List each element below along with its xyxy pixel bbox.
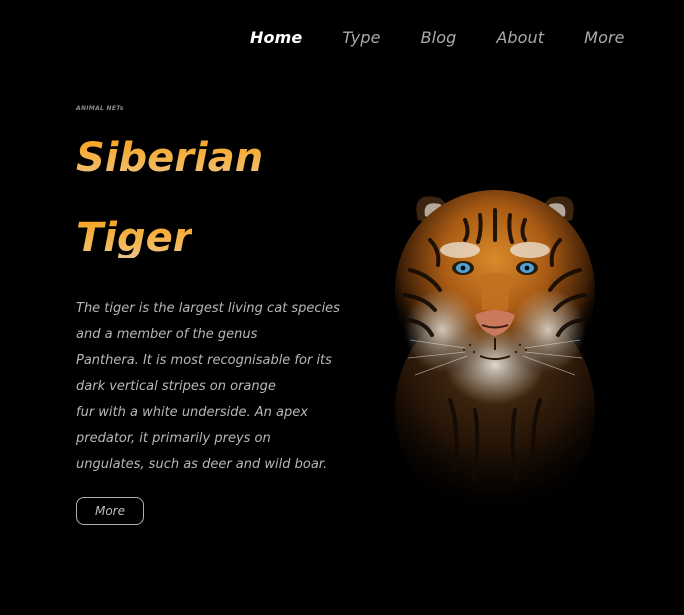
description-line: ungulates, such as deer and wild boar. bbox=[76, 457, 328, 472]
hero-title-line1: Siberian bbox=[76, 135, 264, 181]
description-line: and a member of the genus bbox=[76, 327, 258, 342]
nav-about[interactable]: About bbox=[496, 28, 544, 47]
description-line: Panthera. It is most recognisable for it… bbox=[76, 353, 332, 368]
nav-blog[interactable]: Blog bbox=[421, 28, 457, 47]
main-nav: Home Type Blog About More bbox=[250, 28, 625, 47]
description-line: fur with a white underside. An apex bbox=[76, 405, 308, 420]
hero-title-line2: Tiger bbox=[76, 215, 193, 261]
brand-label: ANIMAL NETs bbox=[76, 105, 124, 112]
nav-more[interactable]: More bbox=[584, 28, 624, 47]
description-line: The tiger is the largest living cat spec… bbox=[76, 301, 340, 316]
nav-type[interactable]: Type bbox=[342, 28, 380, 47]
more-button[interactable]: More bbox=[76, 497, 144, 525]
nav-home[interactable]: Home bbox=[250, 28, 302, 47]
tiger-image bbox=[395, 190, 595, 510]
description-line: predator, it primarily preys on bbox=[76, 431, 271, 446]
hero-description: The tiger is the largest living cat spec… bbox=[76, 296, 366, 478]
description-line: dark vertical stripes on orange bbox=[76, 379, 276, 394]
